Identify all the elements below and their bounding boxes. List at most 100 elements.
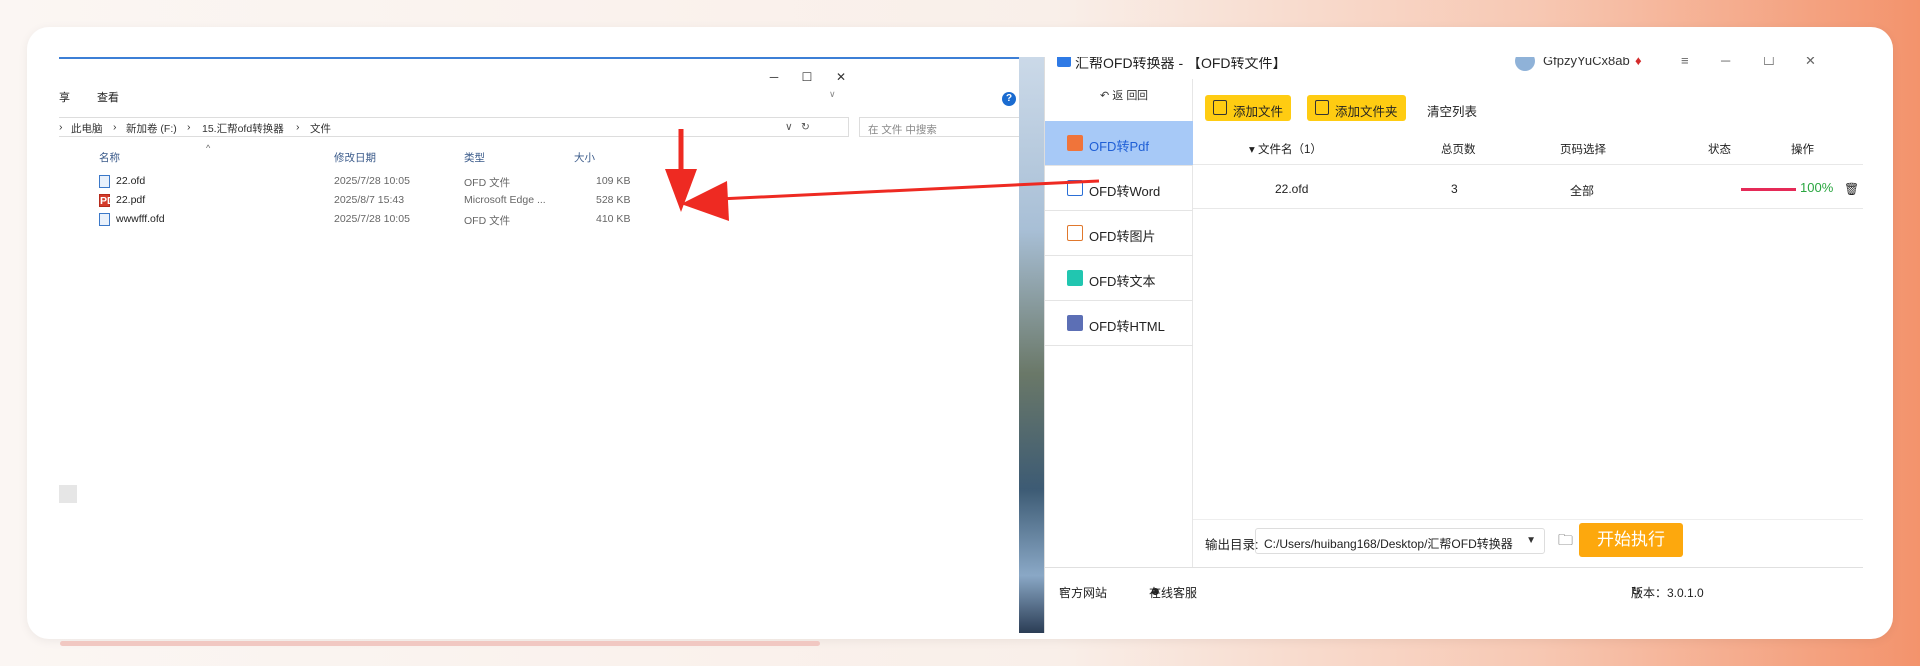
breadcrumb-this-pc[interactable]: 此电脑 xyxy=(71,121,103,136)
table-row[interactable]: 22.ofd 3 全部 100% 🗑 xyxy=(1193,167,1863,209)
back-button[interactable]: ↶ 返 回 xyxy=(1100,87,1137,103)
address-dropdown-icon[interactable]: ∨ xyxy=(785,121,793,133)
sidebar-item-label: OFD转图片 xyxy=(1089,229,1156,244)
folder-icon[interactable]: 🗀 xyxy=(1558,530,1573,555)
image-icon xyxy=(1067,225,1083,241)
chevron-down-icon[interactable]: ∨ xyxy=(829,89,836,100)
address-bar[interactable]: › 此电脑 › 新加卷 (F:) › 15.汇帮ofd转换器 › 文件 ∨ ↻ xyxy=(59,117,849,137)
ofd-file-icon xyxy=(99,213,110,226)
app-logo-icon xyxy=(1057,57,1071,67)
sidebar: ↶ 返 回 回 OFD转Pdf OFD转Word OFD转图片 OFD转文本 O… xyxy=(1045,79,1193,589)
add-folder-label: 添加文件夹 xyxy=(1335,105,1398,119)
close-button[interactable]: ✕ xyxy=(1805,57,1816,69)
search-box[interactable]: 在 文件 中搜索 ⌕ xyxy=(859,117,1037,137)
ribbon: 享 查看 ∨ xyxy=(59,89,1019,107)
column-header-type[interactable]: 类型 xyxy=(464,150,485,165)
output-path: C:/Users/huibang168/Desktop/汇帮OFD转换器 xyxy=(1264,537,1513,551)
file-explorer-window: ─ ☐ ✕ 享 查看 ∨ ? › 此电脑 › 新加卷 (F:) › 15.汇帮o… xyxy=(59,57,1037,633)
file-type: Microsoft Edge ... xyxy=(464,194,546,206)
ribbon-view-tab[interactable]: 查看 xyxy=(97,89,119,105)
breadcrumb-current[interactable]: 文件 xyxy=(310,121,331,136)
minimize-button[interactable]: ─ xyxy=(1721,57,1730,68)
sidebar-item-ofd-html[interactable]: OFD转HTML xyxy=(1045,301,1193,346)
word-icon xyxy=(1067,180,1083,196)
add-file-button[interactable]: 添加文件 xyxy=(1205,95,1292,121)
navigation-pane-collapsed[interactable] xyxy=(59,485,77,503)
toolbar: 添加文件 添加文件夹 清空列表 xyxy=(1205,95,1845,121)
progress-fill xyxy=(1741,188,1796,191)
column-header-status: 状态 xyxy=(1708,144,1731,156)
decorative-line xyxy=(60,641,820,646)
search-placeholder: 在 文件 中搜索 xyxy=(868,124,937,136)
start-button[interactable]: 开始执行 xyxy=(1579,523,1683,557)
sidebar-item-ofd-word[interactable]: OFD转Word xyxy=(1045,166,1193,211)
add-file-icon xyxy=(1213,100,1227,115)
refresh-icon[interactable]: ↻ xyxy=(801,121,810,133)
add-file-label: 添加文件 xyxy=(1233,105,1284,119)
add-folder-button[interactable]: 添加文件夹 xyxy=(1307,95,1406,121)
file-row[interactable]: wwwfff.ofd 2025/7/28 10:05 OFD 文件 410 KB xyxy=(59,212,759,228)
text-icon xyxy=(1067,270,1083,286)
output-directory-select[interactable]: C:/Users/huibang168/Desktop/汇帮OFD转换器 ▼ xyxy=(1255,528,1545,554)
vip-icon: ♦ xyxy=(1635,57,1642,68)
help-icon[interactable]: ? xyxy=(1002,92,1016,106)
sidebar-item-label: OFD转文本 xyxy=(1089,274,1156,289)
chevron-down-icon[interactable]: ▼ xyxy=(1526,535,1536,546)
sidebar-item-ofd-text[interactable]: OFD转文本 xyxy=(1045,256,1193,301)
file-size: 528 KB xyxy=(596,194,631,206)
app-titlebar: 汇帮OFD转换器 - 【OFD转文件】 GfpzyYuCx8ab ♦ ≡ ─ ☐… xyxy=(1045,57,1863,79)
sidebar-item-label: OFD转Pdf xyxy=(1089,139,1149,154)
column-header-filename[interactable]: ▾ 文件名（1） xyxy=(1249,141,1322,157)
sidebar-item-ofd-pdf[interactable]: OFD转Pdf xyxy=(1045,121,1193,166)
breadcrumb-separator: › xyxy=(187,121,191,133)
delete-icon[interactable]: 🗑 xyxy=(1844,182,1859,196)
menu-icon[interactable]: ≡ xyxy=(1681,57,1689,68)
breadcrumb-separator: › xyxy=(113,121,117,133)
column-header-modified[interactable]: 修改日期 xyxy=(334,150,376,165)
avatar[interactable] xyxy=(1515,57,1535,71)
desktop-screenshot: ─ ☐ ✕ 享 查看 ∨ ? › 此电脑 › 新加卷 (F:) › 15.汇帮o… xyxy=(59,57,1863,633)
pdf-icon xyxy=(1067,135,1083,151)
clear-list-button[interactable]: 清空列表 xyxy=(1427,101,1477,120)
output-label: 输出目录: xyxy=(1205,538,1259,552)
sort-up-icon: ^ xyxy=(206,143,211,153)
column-header-size[interactable]: 大小 xyxy=(574,150,595,165)
file-row[interactable]: PDF 22.pdf 2025/8/7 15:43 Microsoft Edge… xyxy=(59,193,759,209)
row-page-select[interactable]: 全部 xyxy=(1570,182,1594,199)
progress-label: 100% xyxy=(1800,180,1834,195)
support-label: 在线客服 xyxy=(1149,586,1198,600)
back-icon: ↶ xyxy=(1100,90,1113,102)
breadcrumb-separator: › xyxy=(59,121,63,133)
file-row[interactable]: 22.ofd 2025/7/28 10:05 OFD 文件 109 KB xyxy=(59,174,759,190)
file-type: OFD 文件 xyxy=(464,215,511,227)
screenshot-card: ─ ☐ ✕ 享 查看 ∨ ? › 此电脑 › 新加卷 (F:) › 15.汇帮o… xyxy=(27,27,1893,639)
add-folder-icon xyxy=(1315,100,1329,115)
file-name: wwwfff.ofd xyxy=(116,213,165,225)
ofd-file-icon xyxy=(99,175,110,188)
column-header-action: 操作 xyxy=(1791,144,1814,156)
status-bar: ⌂ 官方网站 ☻ 在线客服 ↻ 版本：3.0.1.0 xyxy=(1045,567,1863,600)
minimize-button[interactable]: ─ xyxy=(764,69,784,85)
home-button[interactable]: 回 xyxy=(1137,87,1148,103)
close-button[interactable]: ✕ xyxy=(831,69,851,85)
sidebar-item-ofd-image[interactable]: OFD转图片 xyxy=(1045,211,1193,256)
app-title: 汇帮OFD转换器 - 【OFD转文件】 xyxy=(1075,57,1287,71)
file-name: 22.pdf xyxy=(116,194,146,206)
breadcrumb-folder[interactable]: 15.汇帮ofd转换器 xyxy=(202,121,284,136)
row-pages: 3 xyxy=(1451,182,1458,196)
maximize-button[interactable]: ☐ xyxy=(797,69,817,85)
sidebar-item-label: OFD转Word xyxy=(1089,184,1161,199)
breadcrumb-separator: › xyxy=(296,121,300,133)
user-name[interactable]: GfpzyYuCx8ab xyxy=(1543,57,1630,68)
file-table-header: ▾ 文件名（1） 总页数 页码选择 状态 操作 xyxy=(1193,127,1863,165)
converter-app-window: 汇帮OFD转换器 - 【OFD转文件】 GfpzyYuCx8ab ♦ ≡ ─ ☐… xyxy=(1044,57,1863,633)
maximize-button[interactable]: ☐ xyxy=(1763,57,1775,69)
column-header-pages: 总页数 xyxy=(1441,144,1476,156)
desktop-wallpaper xyxy=(1019,57,1044,633)
file-size: 410 KB xyxy=(596,213,631,225)
ribbon-share-tab[interactable]: 享 xyxy=(59,89,70,105)
file-size: 109 KB xyxy=(596,175,631,187)
pdf-file-icon: PDF xyxy=(99,194,121,207)
column-header-name[interactable]: 名称 xyxy=(99,150,120,165)
breadcrumb-drive[interactable]: 新加卷 (F:) xyxy=(126,121,177,136)
